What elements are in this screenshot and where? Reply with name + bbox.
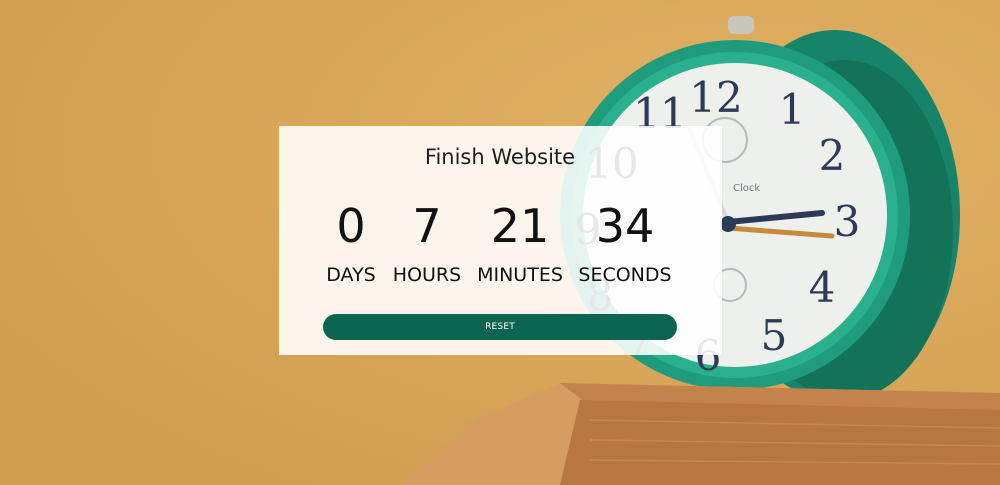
- days-label: DAYS: [326, 264, 376, 286]
- minutes-value: 21: [490, 199, 550, 253]
- clock-numeral-5: 5: [761, 311, 788, 360]
- countdown-seconds: 34 SECONDS: [575, 199, 675, 288]
- days-value: 0: [336, 199, 366, 253]
- clock-numeral-4: 4: [809, 263, 836, 312]
- countdown-hours: 7 HOURS: [390, 199, 464, 288]
- seconds-label: SECONDS: [578, 264, 672, 286]
- clock-numeral-3: 3: [834, 197, 861, 246]
- countdown-minutes: 21 MINUTES: [474, 199, 566, 288]
- clock-bell: [728, 16, 754, 34]
- reset-button[interactable]: RESET: [323, 314, 677, 340]
- minutes-label: MINUTES: [477, 264, 563, 286]
- hours-label: HOURS: [392, 264, 462, 286]
- hours-value: 7: [412, 199, 442, 253]
- clock-numeral-12: 12: [689, 73, 742, 122]
- seconds-value: 34: [595, 199, 655, 253]
- clock-dial-text: Clock: [733, 183, 760, 194]
- clock-numeral-1: 1: [779, 85, 806, 134]
- event-title: Finish Website: [424, 145, 576, 169]
- countdown-days: 0 DAYS: [320, 199, 382, 288]
